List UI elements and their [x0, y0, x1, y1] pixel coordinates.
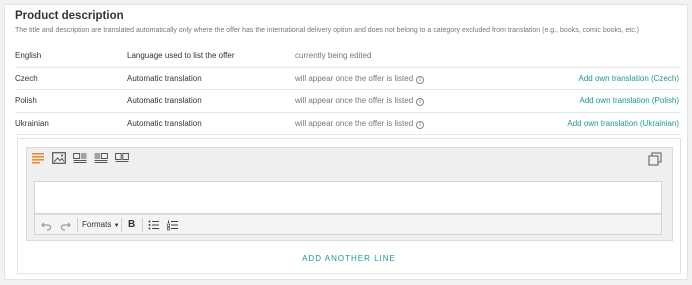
translation-status: will appear once the offer is listed i — [295, 90, 425, 112]
translation-mode: Automatic translation — [127, 118, 202, 128]
language-name: Czech — [15, 73, 38, 83]
toolbar-separator — [142, 218, 143, 232]
toolbar-separator — [121, 218, 122, 232]
editor-block: Formats ▼ B — [26, 147, 673, 241]
translation-mode: Automatic translation — [127, 96, 202, 105]
image-text-block-icon[interactable] — [73, 152, 87, 164]
translation-status: will appear once the offer is listed i — [295, 113, 425, 135]
language-name: Polish — [15, 96, 37, 105]
bold-button[interactable]: B — [128, 218, 135, 232]
info-icon[interactable]: i — [416, 75, 425, 84]
bullet-list-icon[interactable] — [148, 218, 159, 232]
language-name: English — [15, 51, 42, 60]
formatting-toolbar: Formats ▼ B — [34, 214, 662, 235]
add-own-translation-polish-link[interactable]: Add own translation (Polish) — [579, 90, 679, 112]
info-icon[interactable]: i — [416, 120, 425, 129]
text-image-block-icon[interactable] — [94, 152, 108, 164]
add-another-line-button[interactable]: ADD ANOTHER LINE — [18, 254, 680, 263]
chevron-down-icon: ▼ — [113, 223, 120, 229]
translation-mode: Language used to list the offer — [127, 51, 235, 60]
text-block-icon[interactable] — [31, 152, 45, 164]
section-title: Product description — [15, 10, 124, 22]
section-subtitle: The title and description are translated… — [15, 27, 640, 34]
translation-mode: Automatic translation — [127, 73, 202, 83]
info-icon[interactable]: i — [416, 98, 425, 106]
language-name: Ukrainian — [15, 118, 49, 128]
redo-icon[interactable] — [60, 218, 71, 232]
add-own-translation-czech-link[interactable]: Add own translation (Czech) — [579, 68, 680, 90]
language-row-ukrainian: Ukrainian Automatic translation will app… — [15, 113, 681, 135]
product-description-card: Product description The title and descri… — [4, 4, 688, 280]
description-text-area[interactable] — [34, 181, 662, 214]
formats-dropdown[interactable]: Formats ▼ — [82, 218, 120, 232]
translation-status: currently being edited — [295, 51, 372, 60]
two-images-block-icon[interactable] — [115, 152, 129, 164]
language-row-polish: Polish Automatic translation will appear… — [15, 90, 681, 113]
copy-icon[interactable] — [648, 152, 662, 166]
toolbar-separator — [77, 218, 78, 232]
image-block-icon[interactable] — [52, 152, 66, 164]
undo-icon[interactable] — [41, 218, 52, 232]
description-editor-section: Formats ▼ B ADD ANOTHER LINE — [17, 138, 681, 274]
language-table: English Language used to list the offer … — [15, 45, 681, 135]
numbered-list-icon[interactable] — [167, 218, 178, 232]
translation-status: will appear once the offer is listed i — [295, 68, 425, 90]
add-own-translation-ukrainian-link[interactable]: Add own translation (Ukrainian) — [567, 113, 679, 135]
language-row-czech: Czech Automatic translation will appear … — [15, 68, 681, 90]
language-row-english: English Language used to list the offer … — [15, 45, 681, 68]
